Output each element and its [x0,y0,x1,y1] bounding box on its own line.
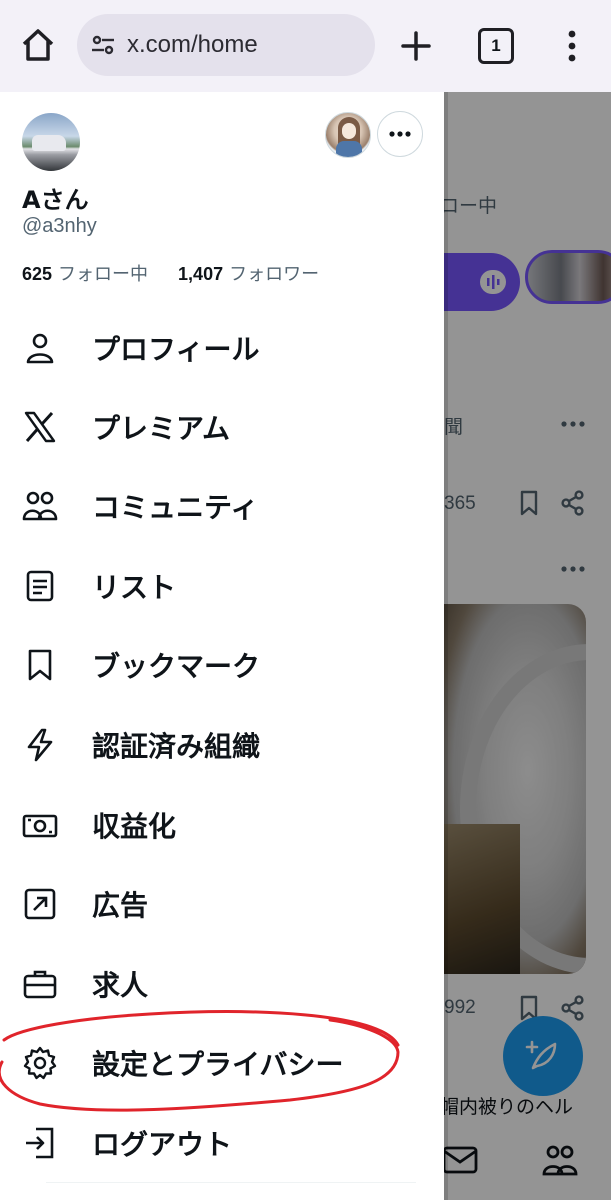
ads-arrow-icon [24,888,56,920]
new-tab-icon[interactable] [398,28,434,64]
following-label: フォロー中 [58,264,149,285]
gear-icon [23,1046,57,1080]
menu-item-label: 収益化 [92,810,177,843]
url-text[interactable]: x.com/home [127,31,258,59]
avatar-detail [336,141,362,157]
avatar-detail [342,123,356,139]
menu-item-verified-orgs[interactable]: 認証済み組織 [0,713,444,777]
briefcase-icon [23,970,57,999]
page: x.com/home 1 ロー中 聞 365 992 帽内被りのヘル Aさん @… [0,0,611,1200]
menu-item-monetization[interactable]: 収益化 [0,793,444,857]
menu-item-label: ログアウト [92,1128,233,1161]
menu-item-communities[interactable]: コミュニティ [0,474,444,538]
drawer-divider [46,1182,416,1183]
x-logo-icon [24,411,56,443]
menu-item-profile[interactable]: プロフィール [0,316,444,380]
menu-item-label: プレミアム [92,412,231,445]
menu-item-label: プロフィール [92,333,260,366]
avatar[interactable] [22,113,80,171]
home-icon[interactable] [18,24,58,66]
menu-item-label: 設定とプライバシー [92,1048,344,1081]
lists-icon [26,570,54,602]
followers-count: 1,407 [178,264,224,284]
menu-item-label: コミュニティ [92,491,259,524]
menu-item-label: ブックマーク [92,650,261,683]
menu-item-label: リスト [92,571,177,604]
lightning-icon [27,728,53,762]
following-link[interactable]: 625 フォロー中 [22,260,148,286]
followers-label: フォロワー [229,264,320,285]
person-icon [26,333,54,364]
overflow-menu-icon[interactable] [555,28,589,64]
avatar-car [32,135,66,151]
communities-icon [22,491,58,521]
menu-item-bookmarks[interactable]: ブックマーク [0,633,444,697]
user-handle[interactable]: @a3nhy [22,215,97,238]
menu-item-lists[interactable]: リスト [0,554,444,618]
menu-item-label: 求人 [92,969,149,1002]
menu-item-settings[interactable]: 設定とプライバシー [0,1031,444,1095]
browser-toolbar: x.com/home 1 [0,0,611,92]
menu-item-label: 広告 [92,889,149,922]
tab-count: 1 [491,36,501,55]
menu-item-ads[interactable]: 広告 [0,872,444,936]
display-name[interactable]: Aさん [22,180,89,215]
more-dots-icon [389,131,411,137]
menu-item-label: 認証済み組織 [92,730,261,763]
bookmark-icon [28,649,52,681]
menu-item-premium[interactable]: プレミアム [0,395,444,459]
more-accounts-button[interactable] [377,111,423,157]
menu-item-logout[interactable]: ログアウト [0,1111,444,1175]
drawer-edge [444,92,448,1200]
site-settings-icon[interactable] [89,31,117,59]
follow-stats: 625 フォロー中 1,407 フォロワー [22,260,319,286]
logout-icon [26,1127,54,1159]
address-bar[interactable]: x.com/home [77,14,375,76]
tab-switcher-icon[interactable]: 1 [478,28,514,64]
menu-item-jobs[interactable]: 求人 [0,952,444,1016]
followers-link[interactable]: 1,407 フォロワー [178,260,319,286]
money-icon [22,814,58,838]
secondary-account-avatar[interactable] [325,112,371,158]
following-count: 625 [22,264,53,284]
